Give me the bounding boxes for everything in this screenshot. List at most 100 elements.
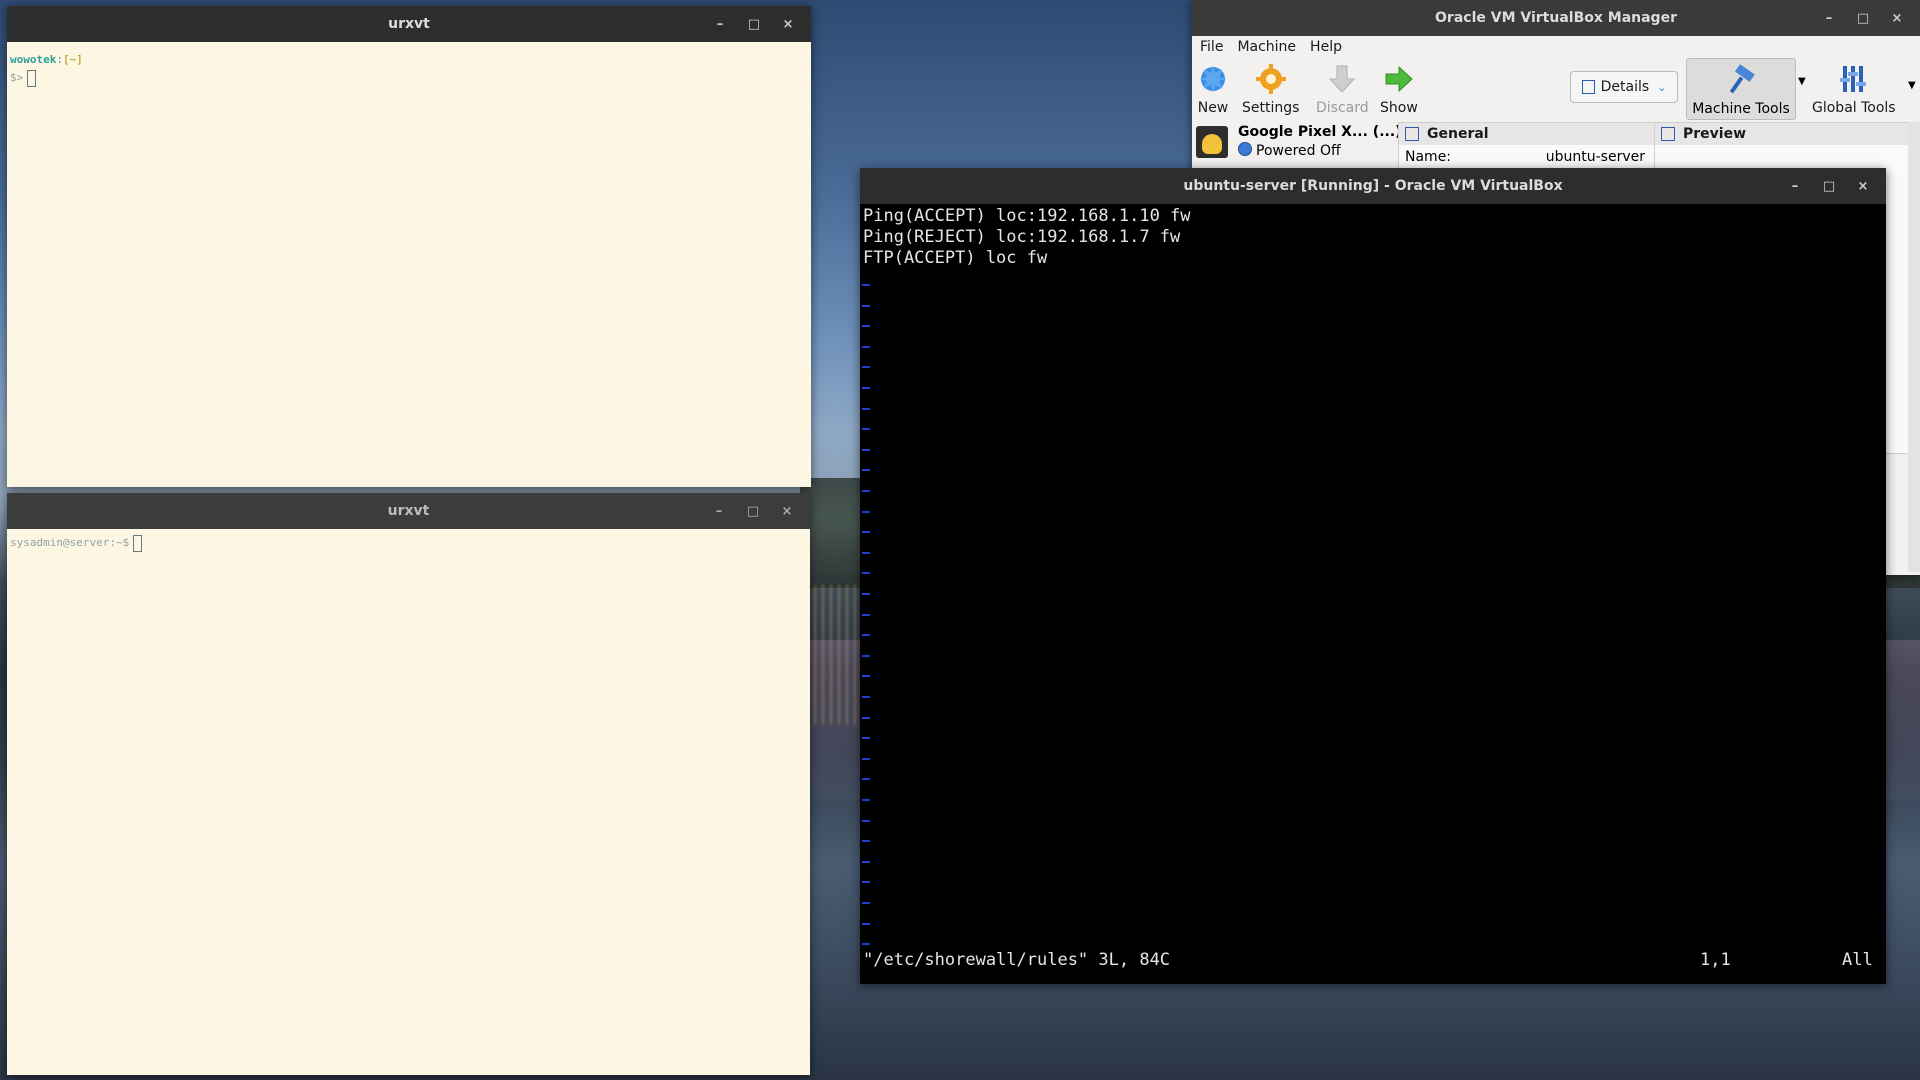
arrow-down-icon	[1329, 65, 1356, 93]
powered-off-icon	[1238, 142, 1252, 156]
discard-label: Discard	[1316, 100, 1369, 116]
window-controls: – □ ×	[702, 493, 804, 529]
minimize-button[interactable]: –	[1812, 0, 1846, 36]
menu-help[interactable]: Help	[1310, 39, 1342, 55]
window-title: urxvt	[388, 16, 430, 32]
vim-status-scroll: All	[1842, 950, 1873, 970]
preview-icon	[1661, 127, 1675, 141]
vm-list-item[interactable]: Google Pixel X... (...) Powered Off	[1196, 124, 1402, 164]
general-icon	[1405, 127, 1419, 141]
vim-tilde-marker	[862, 799, 870, 801]
vim-tilde-marker	[862, 696, 870, 698]
maximize-button[interactable]: □	[737, 6, 771, 42]
terminal-window-bottom[interactable]: urxvt – □ × sysadmin@server:~$	[7, 493, 810, 1075]
vim-tilde-marker	[862, 922, 870, 925]
window-title: Oracle VM VirtualBox Manager	[1435, 10, 1677, 26]
vim-tilde-marker	[862, 902, 870, 904]
vim-tilde-marker	[862, 490, 870, 492]
maximize-button[interactable]: □	[1846, 0, 1880, 36]
terminal-window-top[interactable]: urxvt – □ × wowotek:[~] $>	[7, 6, 811, 487]
vim-tilde-marker	[862, 407, 870, 410]
vim-tilde-marker	[862, 654, 870, 657]
preview-header: Preview	[1683, 126, 1747, 142]
settings-button[interactable]: Settings	[1242, 58, 1299, 116]
general-header: General	[1427, 126, 1489, 142]
vim-tilde-marker	[862, 304, 870, 307]
show-label: Show	[1380, 100, 1418, 116]
machine-tools-button[interactable]: Machine Tools	[1686, 58, 1796, 120]
close-button[interactable]: ×	[770, 493, 804, 529]
prompt: sysadmin@server:~$	[10, 536, 130, 549]
window-controls: – □ ×	[703, 6, 805, 42]
global-tools-button[interactable]: Global Tools	[1812, 58, 1896, 116]
details-label: Details	[1600, 79, 1650, 95]
dropdown-icon: ⌄	[1657, 80, 1667, 94]
menu-machine[interactable]: Machine	[1237, 39, 1296, 55]
vim-tilde-marker	[862, 387, 870, 389]
machine-tools-dropdown-icon[interactable]: ▼	[1798, 76, 1806, 87]
discard-button[interactable]: Discard	[1316, 58, 1369, 116]
name-label: Name:	[1405, 149, 1452, 165]
vm-name: Google Pixel X... (...)	[1238, 124, 1402, 140]
titlebar[interactable]: urxvt – □ ×	[7, 6, 811, 42]
details-icon	[1581, 80, 1595, 94]
file-line-3: FTP(ACCEPT) loc fw	[863, 248, 1048, 268]
minimize-button[interactable]: –	[1778, 168, 1812, 204]
window-controls: – □ ×	[1778, 168, 1880, 204]
prompt-line-2: $>	[7, 69, 811, 87]
arrow-right-icon	[1385, 65, 1413, 93]
prompt-symbol: $>	[10, 71, 24, 84]
vim-tilde-marker	[862, 551, 870, 554]
show-button[interactable]: Show	[1380, 58, 1418, 116]
maximize-button[interactable]: □	[736, 493, 770, 529]
vm-state-label: Powered Off	[1256, 143, 1341, 159]
close-button[interactable]: ×	[1880, 0, 1914, 36]
file-line-1: Ping(ACCEPT) loc:192.168.1.10 fw	[863, 206, 1191, 226]
vim-tilde-marker	[862, 572, 870, 575]
vim-tilde-marker	[862, 325, 870, 328]
titlebar[interactable]: Oracle VM VirtualBox Manager – □ ×	[1192, 0, 1920, 36]
close-button[interactable]: ×	[771, 6, 805, 42]
window-title: urxvt	[387, 503, 430, 519]
vm-window[interactable]: ubuntu-server [Running] - Oracle VM Virt…	[860, 168, 1886, 984]
vim-tilde-marker	[862, 840, 870, 843]
global-tools-label: Global Tools	[1812, 100, 1896, 116]
vim-tilde-marker	[862, 613, 870, 616]
new-button[interactable]: New	[1196, 58, 1230, 116]
prompt-line: sysadmin@server:~$	[7, 534, 810, 552]
vim-tilde-marker	[862, 428, 870, 431]
vm-display[interactable]: Ping(ACCEPT) loc:192.168.1.10 fw Ping(RE…	[860, 204, 1886, 984]
menu-file[interactable]: File	[1200, 39, 1223, 55]
titlebar[interactable]: ubuntu-server [Running] - Oracle VM Virt…	[860, 168, 1886, 204]
terminal-area[interactable]: wowotek:[~] $>	[7, 42, 811, 487]
global-tools-icon	[1839, 66, 1866, 92]
window-title: ubuntu-server [Running] - Oracle VM Virt…	[1183, 178, 1563, 194]
terminal-area[interactable]: sysadmin@server:~$	[7, 529, 810, 1075]
hammer-icon	[1729, 64, 1755, 94]
vim-tilde-marker	[862, 345, 870, 348]
minimize-button[interactable]: –	[702, 493, 736, 529]
vim-tilde-marker	[862, 716, 870, 719]
gear-icon	[1255, 64, 1286, 94]
toolbar: New Settings Discard Show Details ⌄ Mach…	[1192, 58, 1920, 122]
global-tools-dropdown-icon[interactable]: ▼	[1908, 80, 1916, 91]
vim-tilde-marker	[862, 593, 870, 595]
vim-tilde-marker	[862, 634, 870, 637]
close-button[interactable]: ×	[1846, 168, 1880, 204]
minimize-button[interactable]: –	[703, 6, 737, 42]
vim-tilde-marker	[862, 284, 870, 286]
titlebar[interactable]: urxvt – □ ×	[7, 493, 810, 529]
preview-panel-header: Preview	[1655, 123, 1909, 145]
prompt-line-1: wowotek:[~]	[7, 51, 811, 69]
vim-tilde-marker	[862, 469, 870, 472]
vim-tilde-marker	[862, 757, 870, 760]
scrollbar[interactable]	[1908, 122, 1920, 572]
menubar: File Machine Help	[1192, 36, 1920, 58]
new-label: New	[1197, 100, 1229, 116]
machine-tools-label: Machine Tools	[1692, 101, 1790, 117]
maximize-button[interactable]: □	[1812, 168, 1846, 204]
general-panel-header: General	[1399, 123, 1655, 145]
vim-tilde-marker	[862, 448, 870, 451]
details-button[interactable]: Details ⌄	[1570, 71, 1678, 103]
vim-tilde-marker	[862, 819, 870, 822]
